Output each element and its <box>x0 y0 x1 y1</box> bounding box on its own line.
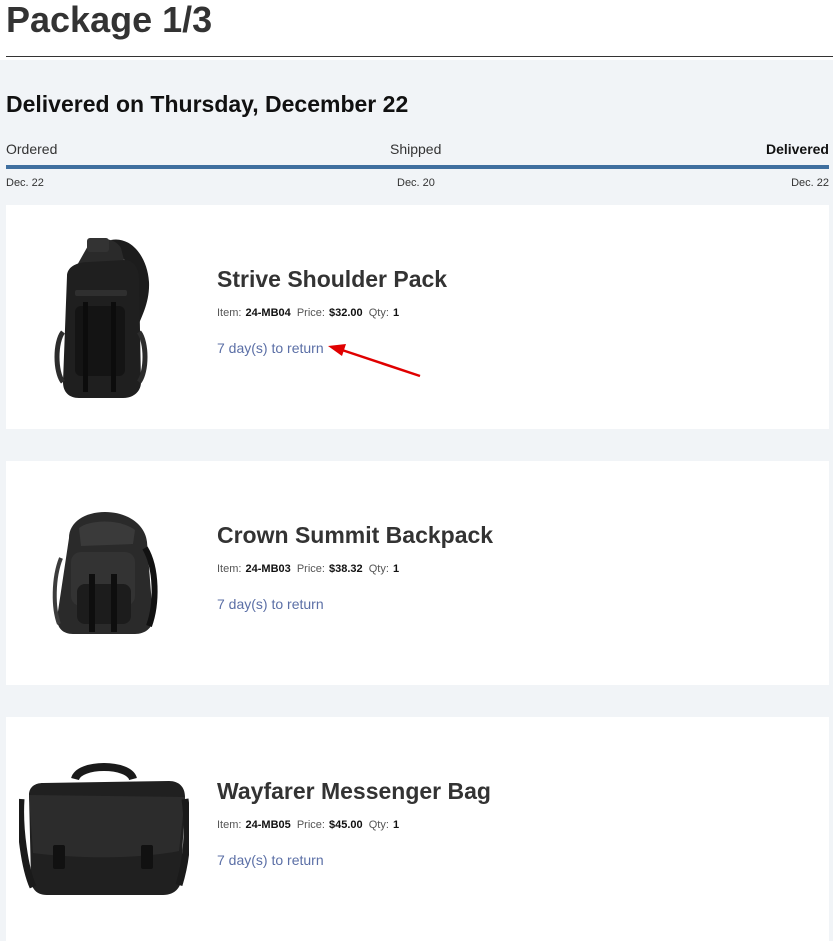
product-name[interactable]: Wayfarer Messenger Bag <box>217 777 491 805</box>
order-item-card: Crown Summit Backpack Item: 24-MB03 Pric… <box>6 461 829 685</box>
step-delivered-label: Delivered <box>765 141 829 157</box>
item-qty-label: Qty: <box>368 819 389 831</box>
return-link[interactable]: 7 day(s) to return <box>217 339 324 357</box>
item-sku: 24-MB03 <box>245 563 291 575</box>
step-delivered-date: Dec. 22 <box>791 177 829 189</box>
order-item-card: Strive Shoulder Pack Item: 24-MB04 Price… <box>6 205 829 429</box>
item-sku: 24-MB05 <box>245 819 291 831</box>
messenger-bag-image[interactable] <box>14 737 194 921</box>
item-price: $32.00 <box>329 307 363 319</box>
progress-bar <box>6 165 829 169</box>
delivery-status-heading: Delivered on Thursday, December 22 <box>6 91 409 117</box>
item-sku-label: Item: <box>217 819 242 831</box>
product-name[interactable]: Crown Summit Backpack <box>217 521 493 549</box>
item-price-label: Price: <box>296 563 325 575</box>
backpack-image[interactable] <box>14 481 194 665</box>
product-name[interactable]: Strive Shoulder Pack <box>217 265 447 293</box>
item-details: Item: 24-MB03 Price: $38.32 Qty: 1 <box>217 562 402 576</box>
page-title: Package 1/3 <box>6 0 213 40</box>
item-qty-label: Qty: <box>368 563 389 575</box>
item-price: $38.32 <box>329 563 363 575</box>
item-sku-label: Item: <box>217 307 242 319</box>
step-shipped-date: Dec. 20 <box>397 177 435 189</box>
item-qty-label: Qty: <box>368 307 389 319</box>
item-qty: 1 <box>392 819 400 831</box>
item-price-label: Price: <box>296 819 325 831</box>
step-shipped-label: Shipped <box>390 141 442 157</box>
order-item-card: Wayfarer Messenger Bag Item: 24-MB05 Pri… <box>6 717 829 941</box>
item-qty: 1 <box>392 563 400 575</box>
sling-backpack-image[interactable] <box>14 225 194 409</box>
title-divider <box>6 56 833 57</box>
step-ordered-label: Ordered <box>6 141 58 157</box>
step-ordered-date: Dec. 22 <box>6 177 44 189</box>
return-link[interactable]: 7 day(s) to return <box>217 851 324 869</box>
item-price: $45.00 <box>329 819 363 831</box>
item-details: Item: 24-MB04 Price: $32.00 Qty: 1 <box>217 306 402 320</box>
return-link[interactable]: 7 day(s) to return <box>217 595 324 613</box>
item-price-label: Price: <box>296 307 325 319</box>
progress-bar-fill <box>6 165 829 169</box>
item-qty: 1 <box>392 307 400 319</box>
item-details: Item: 24-MB05 Price: $45.00 Qty: 1 <box>217 818 402 832</box>
item-sku-label: Item: <box>217 563 242 575</box>
item-sku: 24-MB04 <box>245 307 291 319</box>
